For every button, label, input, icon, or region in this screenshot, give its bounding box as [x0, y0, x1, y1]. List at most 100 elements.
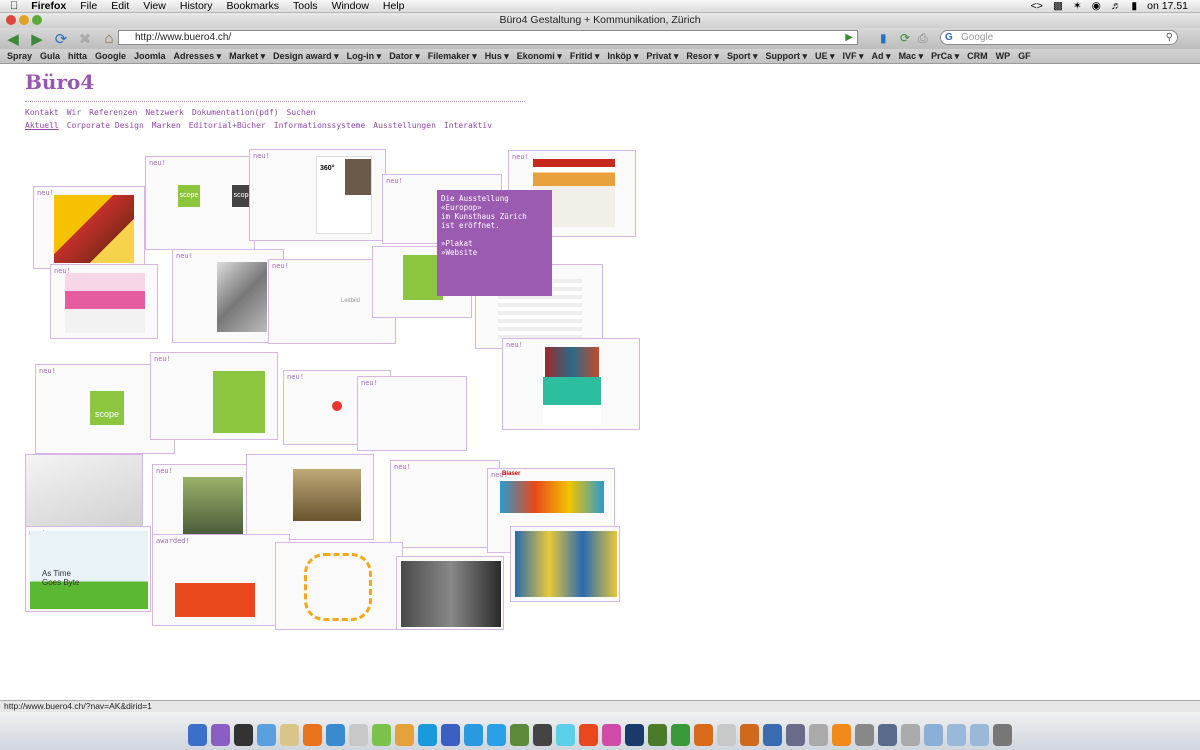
reload-icon[interactable]: ⟳: [50, 30, 72, 48]
nav-link[interactable]: Corporate Design: [67, 121, 144, 130]
dock-app-icon[interactable]: [671, 724, 690, 746]
dock-app-icon[interactable]: [395, 724, 414, 746]
dock-app-icon[interactable]: [303, 724, 322, 746]
refresh-addon-icon[interactable]: ⟳: [900, 31, 910, 45]
bookmark-item[interactable]: Gula: [36, 51, 64, 61]
dock-app-icon[interactable]: [556, 724, 575, 746]
dock-app-icon[interactable]: [257, 724, 276, 746]
project-thumb-scope[interactable]: neu! scope scope: [145, 156, 255, 250]
exhibition-popup[interactable]: Die Ausstellung «Europop» im Kunsthaus Z…: [437, 190, 552, 296]
project-thumb[interactable]: [275, 542, 403, 630]
bookmark-item[interactable]: WP: [992, 51, 1015, 61]
dock-app-icon[interactable]: [717, 724, 736, 746]
nav-link[interactable]: Informationssysteme: [274, 121, 366, 130]
bookmark-item[interactable]: Ad ▾: [868, 51, 895, 62]
bookmark-item[interactable]: Mac ▾: [895, 51, 928, 62]
clock[interactable]: on 17.51: [1147, 0, 1188, 12]
search-icon[interactable]: ⚲: [1166, 31, 1173, 44]
dock-app-icon[interactable]: [602, 724, 621, 746]
bookmarks-sidebar-icon[interactable]: ▮: [880, 31, 887, 45]
stop-icon[interactable]: ✖: [74, 30, 96, 48]
nav-link[interactable]: Aktuell: [25, 121, 59, 130]
project-thumb[interactable]: neu!: [357, 376, 467, 451]
dock-app-icon[interactable]: [441, 724, 460, 746]
bookmark-item[interactable]: IVF ▾: [839, 51, 868, 62]
project-thumb-as-time[interactable]: neu! As Time Goes Byte: [25, 526, 151, 612]
zoom-window-icon[interactable]: [32, 15, 42, 25]
bluetooth-icon[interactable]: ✶: [1073, 0, 1082, 12]
go-icon[interactable]: ▶: [845, 31, 853, 44]
dock-app-icon[interactable]: [372, 724, 391, 746]
dock-app-icon[interactable]: [533, 724, 552, 746]
bookmark-item[interactable]: Dator ▾: [385, 51, 424, 62]
dock-app-icon[interactable]: [740, 724, 759, 746]
dock-app-icon[interactable]: [211, 724, 230, 746]
project-thumb[interactable]: neu!: [152, 464, 254, 539]
bookmark-item[interactable]: Filemaker ▾: [424, 51, 481, 62]
dock-app-icon[interactable]: [855, 724, 874, 746]
menu-view[interactable]: View: [136, 0, 173, 12]
apple-menu-icon[interactable]: : [0, 0, 24, 12]
bookmark-item[interactable]: hitta: [64, 51, 91, 61]
dock-app-icon[interactable]: [832, 724, 851, 746]
bookmark-item[interactable]: Resor ▾: [682, 51, 723, 62]
project-thumb[interactable]: neu!: [150, 352, 278, 440]
wifi-icon[interactable]: ◉: [1092, 0, 1101, 12]
bookmark-item[interactable]: UE ▾: [811, 51, 839, 62]
code-icon[interactable]: <>: [1031, 0, 1043, 12]
menu-help[interactable]: Help: [376, 0, 412, 12]
project-thumb[interactable]: neu!: [50, 264, 158, 339]
bookmark-item[interactable]: Log-in ▾: [343, 51, 386, 62]
nav-link[interactable]: Wir: [67, 108, 81, 117]
app-menu[interactable]: Firefox: [24, 0, 73, 12]
battery-icon[interactable]: ▮: [1131, 0, 1137, 12]
project-thumb[interactable]: [396, 556, 504, 630]
bookmark-item[interactable]: Joomla: [130, 51, 170, 61]
dock-app-icon[interactable]: [809, 724, 828, 746]
dock-app-icon[interactable]: [625, 724, 644, 746]
dock-app-icon[interactable]: [510, 724, 529, 746]
bookmark-item[interactable]: GF: [1014, 51, 1035, 61]
nav-link[interactable]: Referenzen: [89, 108, 137, 117]
bookmark-item[interactable]: Hus ▾: [481, 51, 513, 62]
dock-app-icon[interactable]: [487, 724, 506, 746]
nav-link[interactable]: Interaktiv: [444, 121, 492, 130]
dock-app-icon[interactable]: [648, 724, 667, 746]
dock-app-icon[interactable]: [349, 724, 368, 746]
home-icon[interactable]: ⌂: [98, 30, 120, 48]
url-input[interactable]: http://www.buero4.ch/ ▶: [118, 30, 858, 45]
dock-app-icon[interactable]: [993, 724, 1012, 746]
google-icon[interactable]: G: [945, 31, 953, 44]
bookmark-item[interactable]: Ekonomi ▾: [513, 51, 566, 62]
project-thumb-awarded[interactable]: awarded!: [152, 534, 290, 626]
nav-link[interactable]: Editorial+Bücher: [189, 121, 266, 130]
display-icon[interactable]: ▩: [1053, 0, 1063, 12]
bookmark-item[interactable]: CRM: [963, 51, 992, 61]
close-window-icon[interactable]: [6, 15, 16, 25]
menu-edit[interactable]: Edit: [104, 0, 136, 12]
menu-bookmarks[interactable]: Bookmarks: [220, 0, 287, 12]
project-thumb[interactable]: [510, 526, 620, 602]
volume-icon[interactable]: ♬: [1111, 0, 1122, 12]
bookmark-item[interactable]: PrCa ▾: [927, 51, 963, 62]
bookmark-item[interactable]: Inköp ▾: [603, 51, 642, 62]
dock-app-icon[interactable]: [418, 724, 437, 746]
menu-file[interactable]: File: [73, 0, 104, 12]
menu-history[interactable]: History: [173, 0, 220, 12]
bookmark-item[interactable]: Design award ▾: [269, 51, 343, 62]
nav-link[interactable]: Marken: [152, 121, 181, 130]
bookmark-item[interactable]: Fritid ▾: [566, 51, 604, 62]
dock-app-icon[interactable]: [763, 724, 782, 746]
project-thumb-blaser[interactable]: neu!: [502, 338, 640, 430]
bookmark-item[interactable]: Market ▾: [225, 51, 269, 62]
dock-app-icon[interactable]: [970, 724, 989, 746]
project-thumb[interactable]: neu!: [33, 186, 145, 269]
dock-app-icon[interactable]: [280, 724, 299, 746]
dock-app-icon[interactable]: [878, 724, 897, 746]
bookmark-item[interactable]: Sport ▾: [723, 51, 762, 62]
dock-app-icon[interactable]: [924, 724, 943, 746]
dock-app-icon[interactable]: [947, 724, 966, 746]
bookmark-item[interactable]: Spray: [3, 51, 36, 61]
bookmark-item[interactable]: Support ▾: [761, 51, 811, 62]
dock-app-icon[interactable]: [234, 724, 253, 746]
